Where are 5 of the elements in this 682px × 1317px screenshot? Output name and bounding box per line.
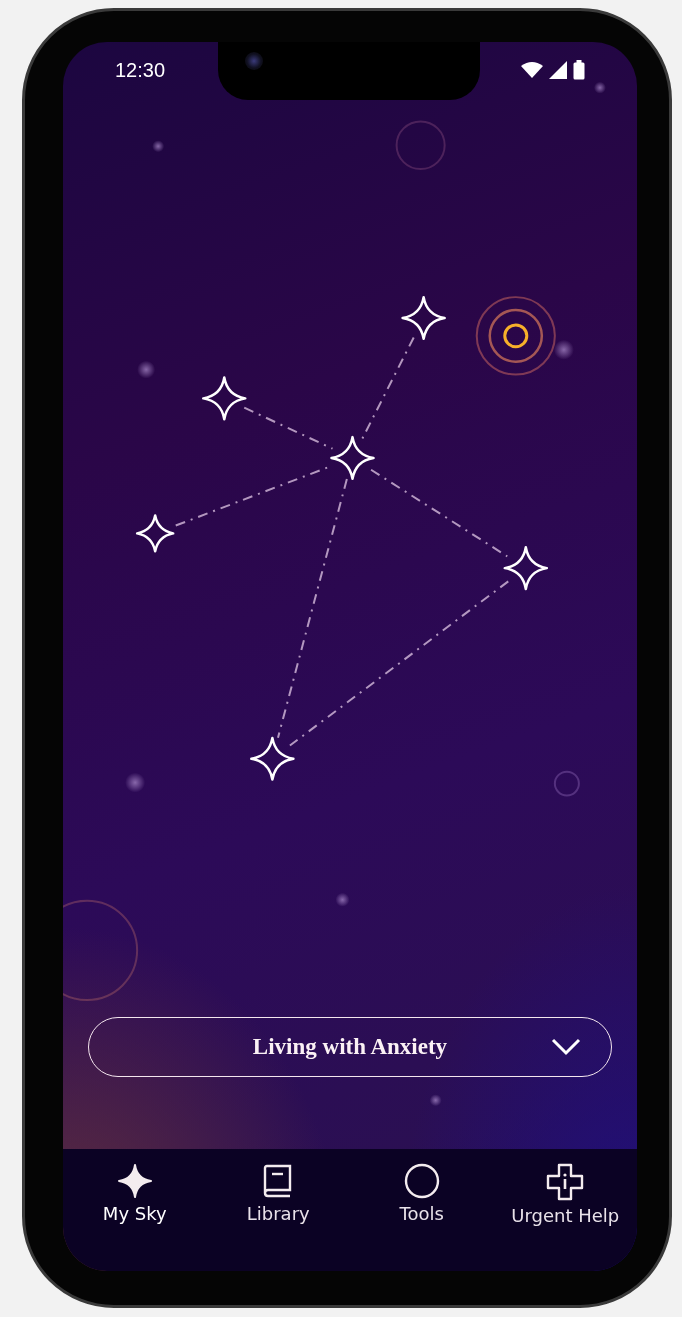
nav-tab[interactable]: Tools [350,1163,494,1224]
nav-tab[interactable]: Urgent Help [493,1163,637,1226]
nav-tab[interactable]: Library [206,1163,350,1224]
status-time: 12:30 [115,58,166,82]
nav-tab[interactable]: My Sky [63,1163,207,1224]
